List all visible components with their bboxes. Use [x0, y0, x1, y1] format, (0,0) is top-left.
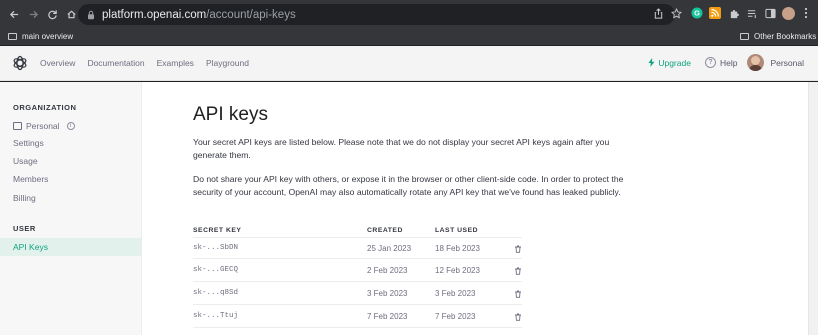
account-label[interactable]: Personal: [770, 58, 804, 68]
column-header-last-used: LAST USED: [435, 227, 479, 234]
created-cell: 25 Jan 2023: [367, 244, 412, 253]
side-panel-icon[interactable]: [762, 5, 778, 21]
help-button[interactable]: ? Help: [704, 57, 738, 68]
bookmark-other[interactable]: Other Bookmarks: [740, 32, 816, 41]
organization-heading: ORGANIZATION: [13, 103, 77, 112]
grammarly-extension-icon[interactable]: G: [689, 5, 705, 21]
folder-icon: [740, 33, 749, 40]
table-row: sk-...q8Sd 3 Feb 2023 3 Feb 2023: [193, 283, 522, 305]
info-icon[interactable]: i: [66, 122, 75, 130]
sidebar-item-settings[interactable]: Settings: [13, 138, 44, 148]
bookmark-label: Other Bookmarks: [754, 32, 817, 41]
sidebar: [0, 82, 142, 335]
table-row: sk-...GECQ 2 Feb 2023 12 Feb 2023: [193, 260, 522, 282]
sidebar-item-members[interactable]: Members: [13, 174, 48, 184]
nav-overview[interactable]: Overview: [40, 58, 75, 68]
bookmark-main-overview[interactable]: main overview: [8, 32, 73, 41]
browser-toolbar: platform.openai.com/account/api-keys G: [0, 0, 818, 29]
warning-paragraph: Do not share your API key with others, o…: [193, 174, 624, 197]
user-heading: USER: [13, 224, 36, 233]
extensions-puzzle-icon[interactable]: [726, 5, 742, 21]
nav-playground[interactable]: Playground: [206, 58, 249, 68]
url-host: platform.openai.com: [102, 8, 207, 21]
bookmark-star-icon[interactable]: [668, 5, 684, 21]
column-header-created: CREATED: [367, 227, 403, 234]
trash-icon[interactable]: [514, 313, 522, 321]
avatar[interactable]: [747, 54, 765, 71]
column-header-secret-key: SECRET KEY: [193, 227, 242, 234]
trash-icon[interactable]: [514, 290, 522, 298]
reading-list-icon[interactable]: [744, 5, 760, 21]
sidebar-item-personal[interactable]: Personal i: [13, 121, 75, 131]
page-title: API keys: [193, 104, 268, 125]
trash-icon[interactable]: [514, 245, 522, 253]
upgrade-button[interactable]: Upgrade: [648, 58, 691, 68]
sidebar-item-label: Personal: [26, 121, 60, 131]
svg-text:G: G: [694, 9, 700, 18]
app-header: Overview Documentation Examples Playgrou…: [0, 46, 818, 81]
table-row: sk-...Ttuj 7 Feb 2023 7 Feb 2023: [193, 306, 522, 328]
bookmarks-bar: main overview Other Bookmarks: [0, 29, 818, 45]
folder-icon: [8, 33, 17, 40]
sidebar-item-usage[interactable]: Usage: [13, 156, 38, 166]
share-icon[interactable]: [650, 5, 666, 21]
bolt-icon: [648, 58, 655, 67]
openai-logo-icon[interactable]: [12, 55, 28, 71]
last-used-cell: 12 Feb 2023: [435, 266, 480, 275]
nav-documentation[interactable]: Documentation: [87, 58, 144, 68]
address-bar[interactable]: platform.openai.com/account/api-keys: [78, 4, 675, 25]
help-icon: ?: [704, 57, 716, 68]
nav-examples[interactable]: Examples: [157, 58, 194, 68]
trash-icon[interactable]: [514, 267, 522, 275]
last-used-cell: 3 Feb 2023: [435, 289, 476, 298]
top-nav: Overview Documentation Examples Playgrou…: [40, 58, 261, 68]
sidebar-item-label[interactable]: API Keys: [13, 242, 48, 252]
rss-extension-icon[interactable]: [707, 5, 723, 21]
upgrade-label: Upgrade: [658, 57, 691, 68]
created-cell: 7 Feb 2023: [367, 312, 408, 321]
secret-key-cell: sk-...q8Sd: [193, 289, 239, 297]
description-paragraph: Your secret API keys are listed below. P…: [193, 137, 610, 160]
profile-avatar-icon[interactable]: [780, 5, 796, 21]
secret-key-cell: sk-...SbDN: [193, 244, 239, 252]
secret-key-cell: sk-...Ttuj: [193, 312, 239, 320]
lock-icon: [87, 10, 95, 20]
secret-key-cell: sk-...GECQ: [193, 266, 239, 274]
url-path: /account/api-keys: [206, 8, 296, 21]
created-cell: 2 Feb 2023: [367, 266, 408, 275]
created-cell: 3 Feb 2023: [367, 289, 408, 298]
table-row: sk-...SbDN 25 Jan 2023 18 Feb 2023: [193, 237, 522, 259]
last-used-cell: 18 Feb 2023: [435, 244, 480, 253]
back-icon[interactable]: [6, 6, 23, 23]
building-icon: [13, 122, 22, 130]
reload-icon[interactable]: [44, 6, 61, 23]
kebab-menu-icon[interactable]: [798, 5, 814, 21]
help-label: Help: [719, 57, 738, 68]
sidebar-item-billing[interactable]: Billing: [13, 193, 36, 203]
header-actions: Upgrade ? Help Personal: [648, 54, 804, 71]
bookmark-label: main overview: [22, 32, 74, 41]
forward-icon[interactable]: [25, 6, 42, 23]
last-used-cell: 7 Feb 2023: [435, 312, 476, 321]
scrollbar[interactable]: [808, 82, 818, 335]
